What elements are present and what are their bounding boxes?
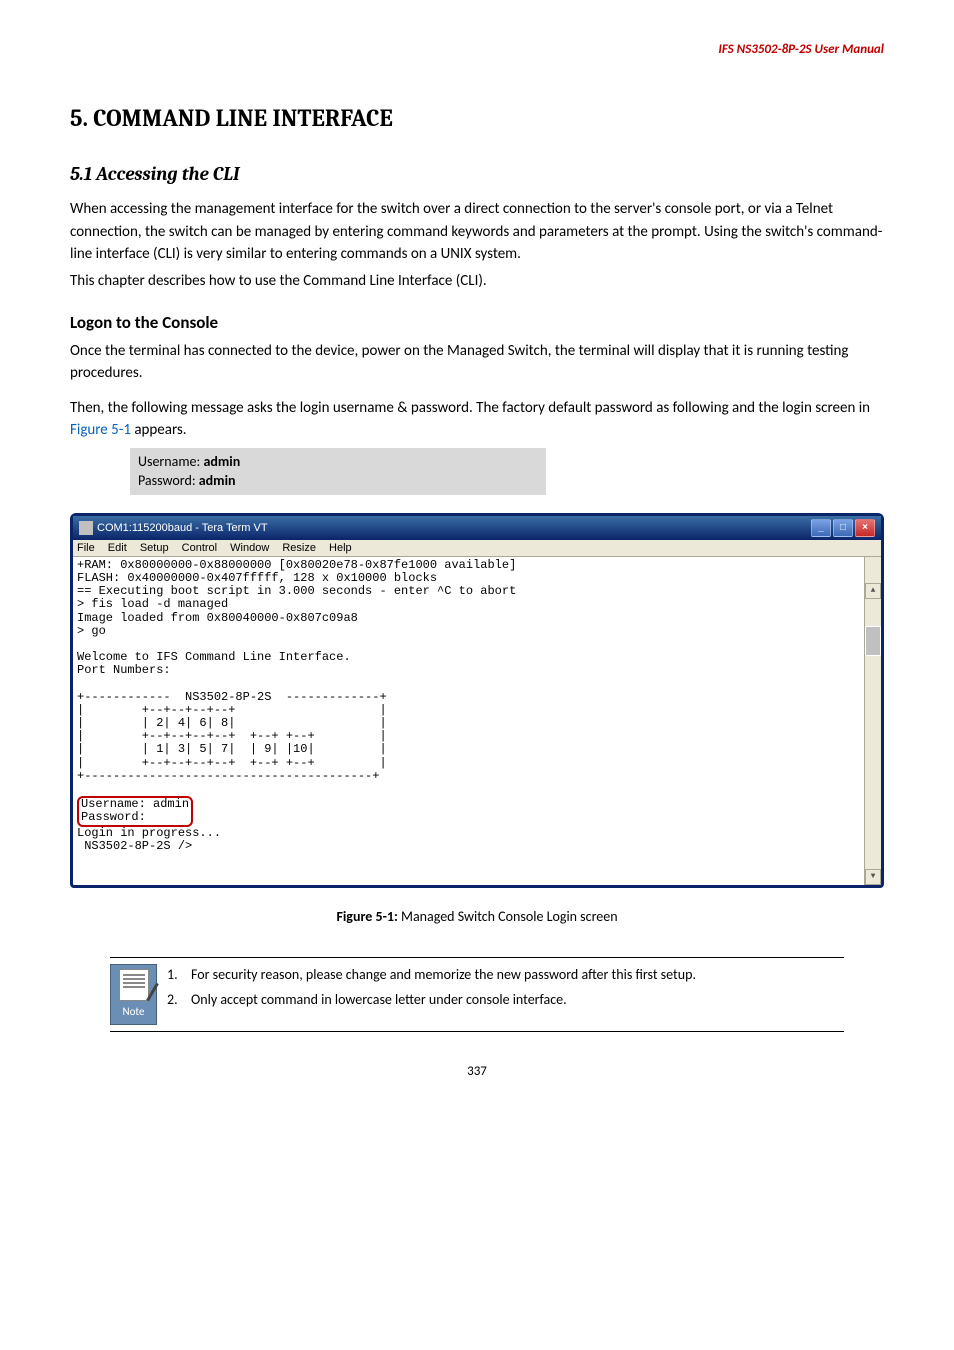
terminal-username-line: Username: admin	[81, 797, 189, 811]
intro-paragraph-2: This chapter describes how to use the Co…	[70, 270, 884, 293]
menu-resize[interactable]: Resize	[282, 542, 316, 554]
close-button[interactable]: ×	[855, 519, 875, 537]
note-item-1-text: For security reason, please change and m…	[191, 964, 844, 985]
terminal-output-pre: +RAM: 0x80000000-0x88000000 [0x80020e78-…	[77, 558, 516, 783]
username-value: admin	[203, 453, 240, 470]
doc-header-title: IFS NS3502-8P-2S User Manual	[70, 40, 884, 60]
terminal-password-line: Password:	[81, 810, 146, 824]
window-title: COM1:115200baud - Tera Term VT	[97, 522, 268, 534]
menu-bar: File Edit Setup Control Window Resize He…	[73, 540, 881, 557]
logon-p2-text-a: Then, the following message asks the log…	[70, 399, 870, 417]
intro-paragraph-1: When accessing the management interface …	[70, 198, 884, 266]
username-label: Username:	[138, 453, 203, 470]
terminal-output-after: Login in progress... NS3502-8P-2S />	[77, 826, 221, 853]
menu-window[interactable]: Window	[230, 542, 269, 554]
figure-title: Managed Switch Console Login screen	[398, 908, 618, 925]
note-block: Note 1. For security reason, please chan…	[110, 957, 844, 1032]
password-label: Password:	[138, 472, 199, 489]
vertical-scrollbar[interactable]: ▲ ▼	[864, 557, 881, 886]
note-item-2-number: 2.	[167, 989, 191, 1010]
logon-paragraph-1: Once the terminal has connected to the d…	[70, 340, 884, 385]
terminal-body[interactable]: +RAM: 0x80000000-0x88000000 [0x80020e78-…	[73, 557, 881, 886]
note-icon: Note	[110, 964, 157, 1025]
scroll-down-arrow-icon[interactable]: ▼	[865, 869, 881, 885]
minimize-button[interactable]: _	[811, 519, 831, 537]
scroll-up-arrow-icon[interactable]: ▲	[865, 583, 881, 599]
terminal-window: COM1:115200baud - Tera Term VT _ □ × Fil…	[70, 513, 884, 889]
logon-p2-text-b: appears.	[131, 421, 187, 439]
credentials-box: Username: admin Password: admin	[130, 448, 546, 495]
figure-number: Figure 5-1:	[336, 908, 397, 925]
menu-file[interactable]: File	[77, 542, 95, 554]
figure-reference-link[interactable]: Figure 5-1	[70, 421, 131, 439]
password-value: admin	[199, 472, 236, 489]
note-label: Note	[111, 1003, 156, 1024]
heading-chapter: 5. COMMAND LINE INTERFACE	[70, 100, 884, 136]
heading-logon: Logon to the Console	[70, 310, 884, 336]
scroll-thumb[interactable]	[865, 626, 881, 656]
note-item-1-number: 1.	[167, 964, 191, 985]
note-item-2-text: Only accept command in lowercase letter …	[191, 989, 844, 1010]
menu-setup[interactable]: Setup	[140, 542, 169, 554]
login-highlight: Username: admin Password:	[77, 796, 193, 826]
menu-edit[interactable]: Edit	[108, 542, 127, 554]
page-number: 337	[70, 1062, 884, 1082]
figure-caption: Figure 5-1: Managed Switch Console Login…	[70, 906, 884, 927]
heading-section: 5.1 Accessing the CLI	[70, 160, 884, 189]
window-titlebar[interactable]: COM1:115200baud - Tera Term VT _ □ ×	[73, 516, 881, 540]
menu-control[interactable]: Control	[182, 542, 217, 554]
menu-help[interactable]: Help	[329, 542, 352, 554]
logon-paragraph-2: Then, the following message asks the log…	[70, 397, 884, 442]
maximize-button[interactable]: □	[833, 519, 853, 537]
app-icon	[79, 521, 93, 535]
